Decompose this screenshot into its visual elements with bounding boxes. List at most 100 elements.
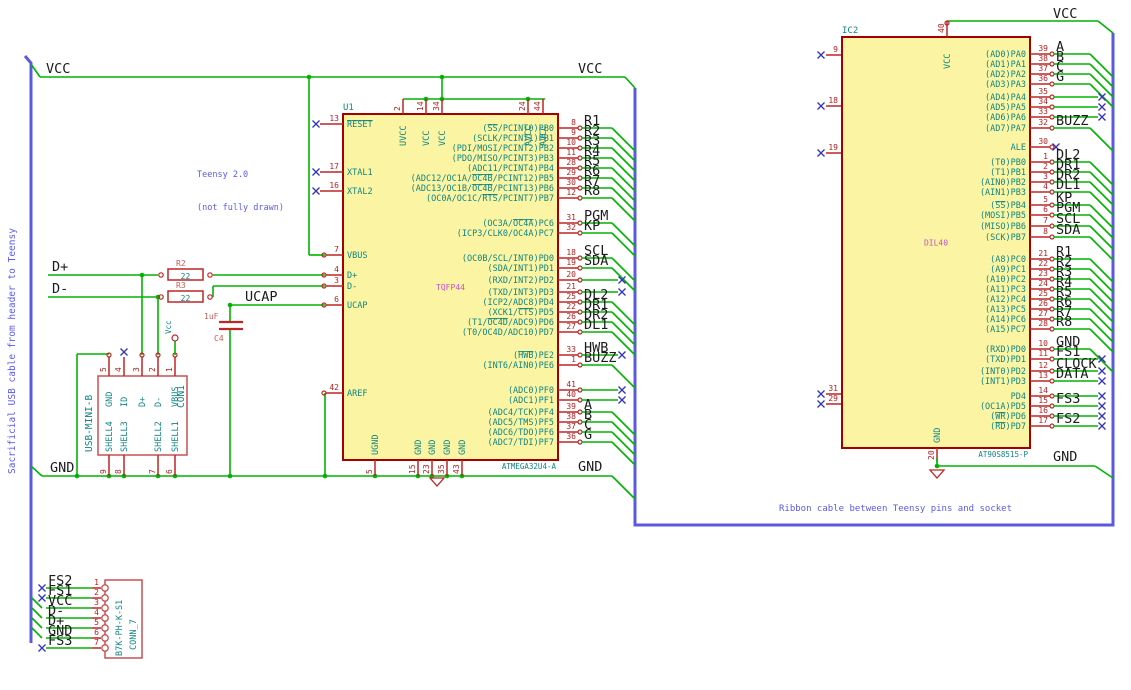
pin-end-circle — [577, 319, 583, 325]
pin-number: 4 — [334, 265, 339, 274]
pin-end-circle — [577, 230, 583, 236]
net-label-G[interactable]: G — [584, 427, 592, 443]
net-label-BUZZ[interactable]: BUZZ — [584, 350, 617, 366]
pin-number: 25 — [1038, 289, 1048, 298]
ref-u1[interactable]: U1 — [343, 103, 354, 113]
ref-c4[interactable]: C4 — [214, 334, 224, 343]
pin-end-circle — [577, 397, 583, 403]
value-r3[interactable]: 22 — [181, 294, 191, 303]
note-ribbon[interactable]: Ribbon cable between Teensy pins and soc… — [779, 504, 1012, 515]
pin-end-circle — [1049, 378, 1055, 384]
bus-entry — [1089, 318, 1114, 343]
pin-number: 12 — [1038, 361, 1048, 370]
pin-name: (AD1)PA1 — [985, 60, 1026, 70]
note-teensy-line2: (not fully drawn) — [197, 203, 284, 213]
value-c4[interactable]: 1uF — [204, 312, 219, 321]
pin-end-circle — [158, 272, 164, 278]
pin-number: 5 — [94, 618, 99, 627]
pin-name: VCC — [438, 131, 448, 146]
pin-name: (INT0)PD2 — [980, 367, 1026, 377]
net-label-DATA[interactable]: DATA — [1056, 366, 1089, 382]
ref-conn7[interactable]: CONN_7 — [129, 619, 139, 650]
power-label-vcc-small[interactable]: Vcc — [164, 320, 173, 334]
pin-end-circle — [577, 277, 583, 283]
pin-name: (T0/OC4D/ADC10)PD7 — [462, 328, 554, 338]
pin-end-circle — [1049, 316, 1055, 322]
net-label-R8[interactable]: R8 — [584, 183, 600, 199]
junction-dot — [439, 74, 445, 80]
pin-end-circle — [1049, 423, 1055, 429]
pin-end-circle — [577, 429, 583, 435]
net-label-KP[interactable]: KP — [584, 218, 600, 234]
value-ic2[interactable]: DIL40 — [924, 239, 948, 248]
power-label-GND[interactable]: GND — [1053, 449, 1077, 465]
pin-number: 13 — [329, 114, 339, 123]
net-label-SDA[interactable]: SDA — [584, 253, 608, 269]
power-label-GND[interactable]: GND — [50, 460, 74, 476]
pin-name: RESET — [347, 120, 373, 130]
usb-cable-bus[interactable] — [23, 55, 33, 643]
pin-name: GND — [414, 440, 424, 455]
note-teensy[interactable]: Teensy 2.0 (not fully drawn) — [197, 148, 284, 236]
pin-number: 33 — [1038, 107, 1048, 116]
ref-r3[interactable]: R3 — [176, 281, 186, 290]
pin-number: 29 — [566, 168, 576, 177]
pin-end-circle — [577, 155, 583, 161]
pin-name: (AD7)PA7 — [985, 124, 1026, 134]
net-label-DL1[interactable]: DL1 — [584, 317, 608, 333]
pin-number: 31 — [828, 384, 838, 393]
net-label-FS3[interactable]: FS3 — [1056, 391, 1080, 407]
power-label-D+[interactable]: D+ — [52, 259, 68, 275]
net-label-BUZZ[interactable]: BUZZ — [1056, 113, 1089, 129]
value-u1[interactable]: TQFP44 — [436, 283, 465, 292]
note-teensy-line1: Teensy 2.0 — [197, 170, 249, 180]
pin-number: 5 — [1043, 195, 1048, 204]
pin-number: 11 — [1038, 349, 1048, 358]
pin-name: (AD4)PA4 — [985, 93, 1026, 103]
pin-number: 36 — [566, 432, 576, 441]
value-r2[interactable]: 22 — [181, 272, 191, 281]
pin-end-circle — [577, 439, 583, 445]
pin-name: (T1/OC4D/ADC9)PD6 — [467, 318, 554, 328]
net-label-G[interactable]: G — [1056, 69, 1064, 85]
pin-number: 37 — [1038, 64, 1048, 73]
power-label-D-[interactable]: D- — [52, 281, 68, 297]
bus-entry — [1089, 258, 1114, 283]
pin-name: SHELL1 — [171, 421, 181, 452]
note-usb-cable[interactable]: Sacrificial USB cable from header to Tee… — [7, 204, 18, 474]
pin-name: (PDO/MISO/PCINT3)PB3 — [452, 154, 554, 164]
pin-name: VBUS — [347, 251, 367, 261]
pin-name: (ADC7/TDI)PF7 — [487, 438, 554, 448]
schematic-page: R2 22 R3 22 1uF C4 VCC VCC VCC GND GND GND UCAP D+ D- U… — [0, 0, 1131, 690]
pin-end-circle — [1049, 368, 1055, 374]
power-label-VCC[interactable]: VCC — [1053, 6, 1077, 22]
power-label-UCAP[interactable]: UCAP — [245, 289, 278, 305]
schematic-canvas[interactable]: R222R3221uFC4VCC VCCVCCGND GNDGNDUCAPD+D-U… — [0, 0, 1131, 690]
pin-end-circle — [577, 135, 583, 141]
power-label-VCC[interactable]: VCC — [578, 61, 602, 77]
net-label-R8[interactable]: R8 — [1056, 314, 1072, 330]
net-label-SDA[interactable]: SDA — [1056, 222, 1080, 238]
ref-ic2[interactable]: IC2 — [842, 26, 858, 36]
pin-name: (A12)PC4 — [985, 295, 1026, 305]
net-label-FS3[interactable]: FS3 — [48, 633, 72, 649]
pin-number: 15 — [1038, 396, 1048, 405]
pin-end-circle — [577, 265, 583, 271]
part-ic2[interactable]: AT90S8515-P — [978, 450, 1028, 459]
bus-entry — [611, 257, 636, 282]
part-u1[interactable]: ATMEGA32U4-A — [502, 462, 557, 471]
pin-name: GND — [933, 428, 943, 443]
bus-entry — [1089, 204, 1114, 229]
connector-pin-circle — [101, 634, 109, 642]
pin-name: GND — [458, 440, 468, 455]
footprint-con1[interactable]: USB-MINI-B — [84, 395, 95, 452]
bus-entry — [1089, 288, 1114, 313]
bus-entry — [611, 147, 636, 172]
ref-r2[interactable]: R2 — [176, 259, 186, 268]
power-label-GND[interactable]: GND — [578, 459, 602, 475]
power-label-VCC[interactable]: VCC — [46, 61, 70, 77]
pin-name: (ICP2/ADC8)PD4 — [482, 298, 554, 308]
net-label-FS2[interactable]: FS2 — [1056, 411, 1080, 427]
pin-number: 24 — [518, 101, 527, 111]
value-conn7[interactable]: B7K-PH-K-S1 — [115, 600, 125, 656]
